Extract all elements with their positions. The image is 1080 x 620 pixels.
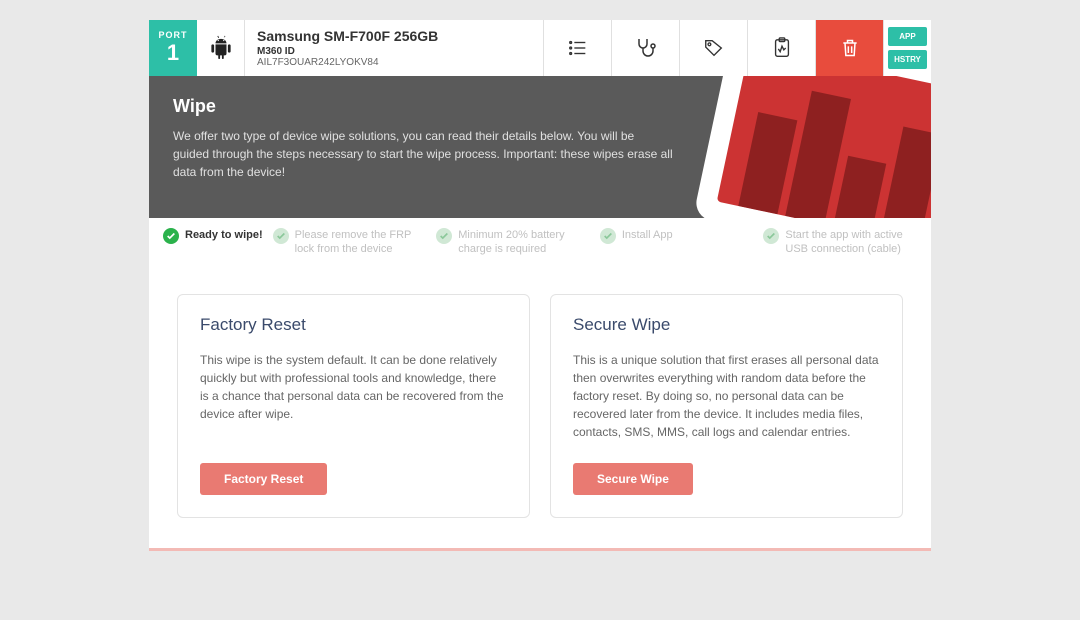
- port-label: PORT: [149, 30, 197, 40]
- status-steps: Ready to wipe! Please remove the FRP loc…: [149, 218, 931, 268]
- check-icon: [273, 228, 289, 244]
- device-name: Samsung SM-F700F 256GB: [257, 28, 531, 44]
- factory-reset-button[interactable]: Factory Reset: [200, 463, 327, 495]
- step-usb: Start the app with active USB connection…: [763, 228, 917, 257]
- port-indicator: PORT 1: [149, 20, 197, 76]
- app-button[interactable]: APP: [888, 27, 927, 46]
- header-bar: PORT 1 Samsung SM-F700F 256GB M360 ID AI…: [149, 20, 931, 76]
- trash-icon: [840, 37, 860, 59]
- factory-reset-title: Factory Reset: [200, 315, 507, 335]
- diagnostics-button[interactable]: [611, 20, 679, 76]
- wipe-options: Factory Reset This wipe is the system de…: [149, 268, 931, 548]
- step-install-text: Install App: [622, 228, 673, 242]
- step-battery-text: Minimum 20% battery charge is required: [458, 228, 590, 257]
- wipe-button[interactable]: [815, 20, 883, 76]
- clipboard-icon: [771, 36, 793, 60]
- step-ready-text: Ready to wipe!: [185, 228, 263, 242]
- history-button[interactable]: HSTRY: [888, 50, 927, 69]
- hero-illustration: [693, 76, 931, 218]
- report-button[interactable]: [747, 20, 815, 76]
- port-number: 1: [149, 40, 197, 66]
- side-buttons: APP HSTRY: [883, 20, 931, 76]
- secure-wipe-body: This is a unique solution that first era…: [573, 351, 880, 441]
- android-icon: [210, 35, 232, 61]
- factory-reset-card: Factory Reset This wipe is the system de…: [177, 294, 530, 518]
- footer-accent: [149, 548, 931, 551]
- check-icon: [763, 228, 779, 244]
- app-container: PORT 1 Samsung SM-F700F 256GB M360 ID AI…: [149, 20, 931, 551]
- tag-icon: [703, 37, 725, 59]
- hero-body: We offer two type of device wipe solutio…: [173, 127, 673, 181]
- list-button[interactable]: [543, 20, 611, 76]
- list-icon: [567, 37, 589, 59]
- check-icon: [600, 228, 616, 244]
- secure-wipe-button[interactable]: Secure Wipe: [573, 463, 693, 495]
- factory-reset-body: This wipe is the system default. It can …: [200, 351, 507, 441]
- device-id-value: AIL7F3OUAR242LYOKV84: [257, 57, 531, 68]
- check-icon: [436, 228, 452, 244]
- secure-wipe-card: Secure Wipe This is a unique solution th…: [550, 294, 903, 518]
- check-icon: [163, 228, 179, 244]
- secure-wipe-title: Secure Wipe: [573, 315, 880, 335]
- step-usb-text: Start the app with active USB connection…: [785, 228, 917, 257]
- step-ready: Ready to wipe!: [163, 228, 263, 244]
- device-id-label: M360 ID: [257, 46, 531, 57]
- stethoscope-icon: [634, 36, 658, 60]
- step-frp: Please remove the FRP lock from the devi…: [273, 228, 427, 257]
- hero-banner: Wipe We offer two type of device wipe so…: [149, 76, 931, 218]
- step-battery: Minimum 20% battery charge is required: [436, 228, 590, 257]
- step-install: Install App: [600, 228, 754, 244]
- device-info: Samsung SM-F700F 256GB M360 ID AIL7F3OUA…: [245, 20, 543, 76]
- step-frp-text: Please remove the FRP lock from the devi…: [295, 228, 427, 257]
- tag-button[interactable]: [679, 20, 747, 76]
- platform-icon: [197, 20, 245, 76]
